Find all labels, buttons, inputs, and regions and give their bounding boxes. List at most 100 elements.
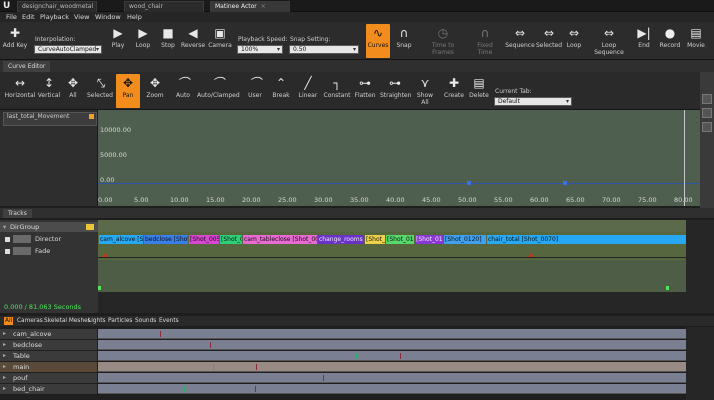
loop-range-button[interactable]: ⇔ Loop: [564, 24, 584, 58]
group-name-cell[interactable]: ▸ bedclose: [0, 340, 97, 350]
key-marker[interactable]: [210, 342, 211, 348]
group-name-cell[interactable]: ▸ bed_chair: [0, 384, 97, 394]
fixed-time-button[interactable]: ∩ Fixed Time: [470, 24, 500, 58]
curve-key[interactable]: [563, 181, 567, 185]
fit-selected-button[interactable]: ⤡ Selected: [86, 74, 114, 108]
play-button[interactable]: ▶ Play: [110, 24, 126, 58]
track-director[interactable]: Director: [0, 234, 98, 244]
interpolation-select[interactable]: CurveAutoClamped: [34, 45, 102, 54]
expand-icon[interactable]: ▸: [3, 329, 6, 339]
constant-button[interactable]: ┐ Constant: [322, 74, 352, 108]
playback-speed-select[interactable]: 100%: [237, 45, 283, 54]
group-timeline[interactable]: [98, 329, 686, 339]
collapse-icon[interactable]: ▾: [3, 222, 6, 232]
auto-button[interactable]: ⌒ Auto: [172, 74, 194, 108]
shot-segment[interactable]: [Shot_0120]: [444, 235, 486, 244]
track-checkbox[interactable]: [5, 237, 10, 242]
menu-file[interactable]: File: [6, 12, 17, 22]
timeline-scrollbar-area[interactable]: [98, 292, 686, 313]
details-icon[interactable]: [702, 122, 712, 132]
user-button[interactable]: ⌒ User: [244, 74, 266, 108]
shot-segment[interactable]: bedclose [Shot_0040]: [144, 235, 188, 244]
key-marker[interactable]: [256, 364, 257, 370]
linear-button[interactable]: ╱ Linear: [296, 74, 320, 108]
curves-button[interactable]: ∿ Curves: [366, 24, 390, 58]
group-name-cell[interactable]: ▸ Table: [0, 351, 97, 361]
key-marker[interactable]: [356, 353, 357, 359]
curve-line[interactable]: [98, 183, 700, 184]
loop-button[interactable]: ▶ Loop: [134, 24, 152, 58]
group-timeline[interactable]: [98, 373, 686, 383]
group-row[interactable]: ▸ Table: [0, 351, 686, 361]
group-row[interactable]: ▸ main: [0, 362, 686, 372]
selected-button[interactable]: ⇔ Selected: [536, 24, 562, 58]
details-icon[interactable]: [702, 94, 712, 104]
shot-segment[interactable]: [Shot_0050]: [189, 235, 219, 244]
filter-particles[interactable]: Particles: [107, 317, 133, 325]
shot-segment[interactable]: [Shot_0060]: [220, 235, 242, 244]
key-marker[interactable]: [160, 331, 161, 337]
doc-tab-designchair[interactable]: designchair_woodmetal: [17, 1, 97, 12]
filter-lights[interactable]: Lights: [87, 317, 107, 325]
doc-tab-wood-chair[interactable]: wood_chair: [124, 1, 204, 12]
flatten-button[interactable]: ⊶ Flatten: [354, 74, 376, 108]
group-timeline[interactable]: [98, 384, 686, 394]
doc-tab-matinee[interactable]: Matinee Actor ×: [210, 1, 290, 12]
loop-sequence-button[interactable]: ⇔ Loop Sequence: [587, 24, 631, 58]
group-row[interactable]: ▸ cam_alcove: [0, 329, 686, 339]
reverse-button[interactable]: ◀ Reverse: [180, 24, 206, 58]
time-to-frames-button[interactable]: ◷ Time to Frames: [420, 24, 466, 58]
shot-segment[interactable]: cam_alcove [Shot_0030]: [99, 235, 143, 244]
shot-segment[interactable]: [Shot_0090]: [365, 235, 385, 244]
filter-sounds[interactable]: Sounds: [134, 317, 157, 325]
key-marker[interactable]: [184, 386, 185, 392]
menu-edit[interactable]: Edit: [22, 12, 35, 22]
group-name-cell[interactable]: ▸ pouf: [0, 373, 97, 383]
record-button[interactable]: ● Record: [658, 24, 682, 58]
shot-segment[interactable]: change_rooms: [318, 235, 364, 244]
track-checkbox[interactable]: [5, 249, 10, 254]
key-marker[interactable]: [213, 364, 214, 370]
pan-button[interactable]: ✥ Pan: [116, 74, 140, 108]
menu-view[interactable]: View: [74, 12, 89, 22]
end-button[interactable]: ▶| End: [635, 24, 653, 58]
menu-help[interactable]: Help: [127, 12, 142, 22]
zoom-button[interactable]: ✥ Zoom: [143, 74, 167, 108]
key-marker[interactable]: [400, 353, 401, 359]
expand-icon[interactable]: ▸: [3, 351, 6, 361]
key-marker[interactable]: [255, 386, 256, 392]
group-timeline[interactable]: [98, 362, 686, 372]
shot-segment[interactable]: chair_total [Shot_0070]: [487, 235, 686, 244]
details-icon[interactable]: [702, 108, 712, 118]
fit-vertical-button[interactable]: ↕ Vertical: [37, 74, 61, 108]
group-list-scrollbar[interactable]: [686, 327, 714, 400]
shot-segment[interactable]: [Shot_0110]: [415, 235, 443, 244]
key-marker[interactable]: [143, 342, 144, 348]
group-name-cell[interactable]: ▸ main: [0, 362, 97, 372]
add-key-button[interactable]: ✚ Add Key: [2, 24, 28, 58]
filter-cameras[interactable]: Cameras: [16, 317, 44, 325]
curve-key[interactable]: [467, 181, 471, 185]
shot-segment[interactable]: cam_tableclose [Shot_0080]: [243, 235, 317, 244]
tracks-scrollbar[interactable]: [686, 220, 714, 313]
track-fade[interactable]: Fade: [0, 246, 98, 256]
create-tab-button[interactable]: ✚ Create: [443, 74, 465, 108]
movie-button[interactable]: ▤ Movie: [685, 24, 707, 58]
curve-list-item[interactable]: last_total_Movement: [3, 112, 97, 126]
expand-icon[interactable]: ▸: [3, 384, 6, 394]
sequence-button[interactable]: ⇔ Sequence: [505, 24, 535, 58]
fit-horizontal-button[interactable]: ↔ Horizontal: [4, 74, 36, 108]
filter-skeletal-meshes[interactable]: Skeletal Meshes: [43, 317, 92, 325]
group-name-cell[interactable]: ▸ cam_alcove: [0, 329, 97, 339]
group-row[interactable]: ▸ pouf: [0, 373, 686, 383]
current-tab-select[interactable]: Default: [494, 97, 572, 106]
tracks-tab[interactable]: Tracks: [3, 209, 32, 218]
start-marker-icon[interactable]: [98, 286, 101, 290]
group-timeline[interactable]: [98, 340, 686, 350]
snap-button[interactable]: ∩ Snap: [394, 24, 414, 58]
expand-icon[interactable]: ▸: [3, 373, 6, 383]
end-marker-icon[interactable]: [666, 286, 669, 290]
curve-graph[interactable]: 10000.00 5000.00 0.00 0.00 5.00 10.00 15…: [98, 110, 700, 206]
snap-setting-select[interactable]: 0.50: [289, 45, 359, 54]
group-timeline[interactable]: [98, 351, 686, 361]
